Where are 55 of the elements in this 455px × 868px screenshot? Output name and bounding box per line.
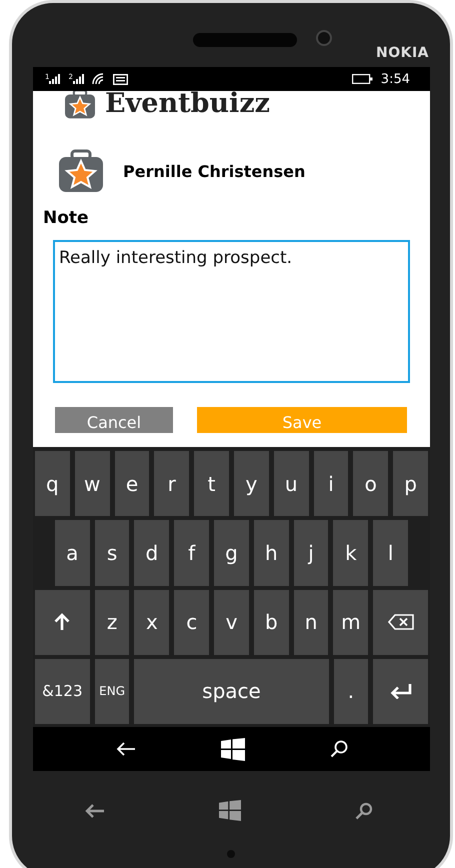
letter-key[interactable]: f: [174, 520, 210, 586]
search-icon[interactable]: [355, 802, 373, 820]
letter-key[interactable]: w: [74, 451, 110, 516]
camera-lens: [316, 30, 332, 46]
arrow-up-icon: [54, 613, 70, 632]
letter-key[interactable]: d: [134, 520, 170, 586]
windows-logo-icon[interactable]: [220, 738, 244, 760]
letter-key[interactable]: s: [94, 520, 130, 586]
letter-key[interactable]: e: [114, 451, 150, 516]
back-arrow-icon[interactable]: [85, 804, 105, 818]
letter-key[interactable]: c: [174, 590, 210, 655]
space-key[interactable]: space: [134, 658, 328, 724]
letter-key[interactable]: b: [254, 590, 289, 655]
briefcase-star-icon: [57, 149, 105, 193]
letter-key[interactable]: r: [154, 451, 190, 516]
signal-bars-icon: [72, 74, 84, 84]
letter-key[interactable]: h: [254, 520, 289, 586]
letter-key[interactable]: l: [373, 520, 408, 586]
letter-key[interactable]: t: [194, 451, 229, 516]
letter-key[interactable]: u: [274, 451, 309, 516]
wifi-icon: [92, 73, 105, 85]
letter-key[interactable]: k: [333, 520, 368, 586]
letter-key[interactable]: g: [214, 520, 249, 586]
cancel-button[interactable]: Cancel: [55, 407, 173, 433]
search-icon[interactable]: [330, 740, 348, 758]
app-logo: Eventbuizz: [105, 91, 270, 119]
letter-key[interactable]: p: [393, 451, 428, 516]
message-icon: [112, 74, 128, 84]
letter-key[interactable]: q: [35, 451, 70, 516]
clock-time: 3:54: [380, 72, 410, 86]
language-key[interactable]: ENG: [94, 658, 130, 724]
letter-key[interactable]: v: [214, 590, 249, 655]
letter-key[interactable]: y: [234, 451, 269, 516]
symbols-key[interactable]: &123: [35, 658, 90, 724]
letter-key[interactable]: x: [134, 590, 170, 655]
letter-key[interactable]: m: [333, 590, 368, 655]
signal-bars-icon: [49, 74, 60, 84]
letter-key[interactable]: o: [353, 451, 388, 516]
note-label: Note: [43, 208, 90, 228]
contact-name: Pernille Christensen: [123, 162, 306, 180]
shift-key[interactable]: [35, 590, 90, 655]
backspace-key[interactable]: [373, 590, 428, 655]
letter-key[interactable]: z: [94, 590, 130, 655]
windows-logo-icon[interactable]: [219, 799, 241, 822]
letter-key[interactable]: .: [334, 658, 368, 724]
letter-key[interactable]: j: [294, 520, 328, 586]
enter-arrow-icon: [390, 683, 412, 700]
letter-key[interactable]: n: [294, 590, 328, 655]
backspace-icon: [388, 614, 414, 630]
letter-key[interactable]: i: [314, 451, 348, 516]
letter-key[interactable]: a: [54, 520, 90, 586]
note-field[interactable]: Really interesting prospect.: [53, 240, 410, 383]
battery-icon: [352, 74, 373, 84]
brand-label: NOKIA: [376, 45, 429, 61]
enter-key[interactable]: [373, 658, 428, 724]
